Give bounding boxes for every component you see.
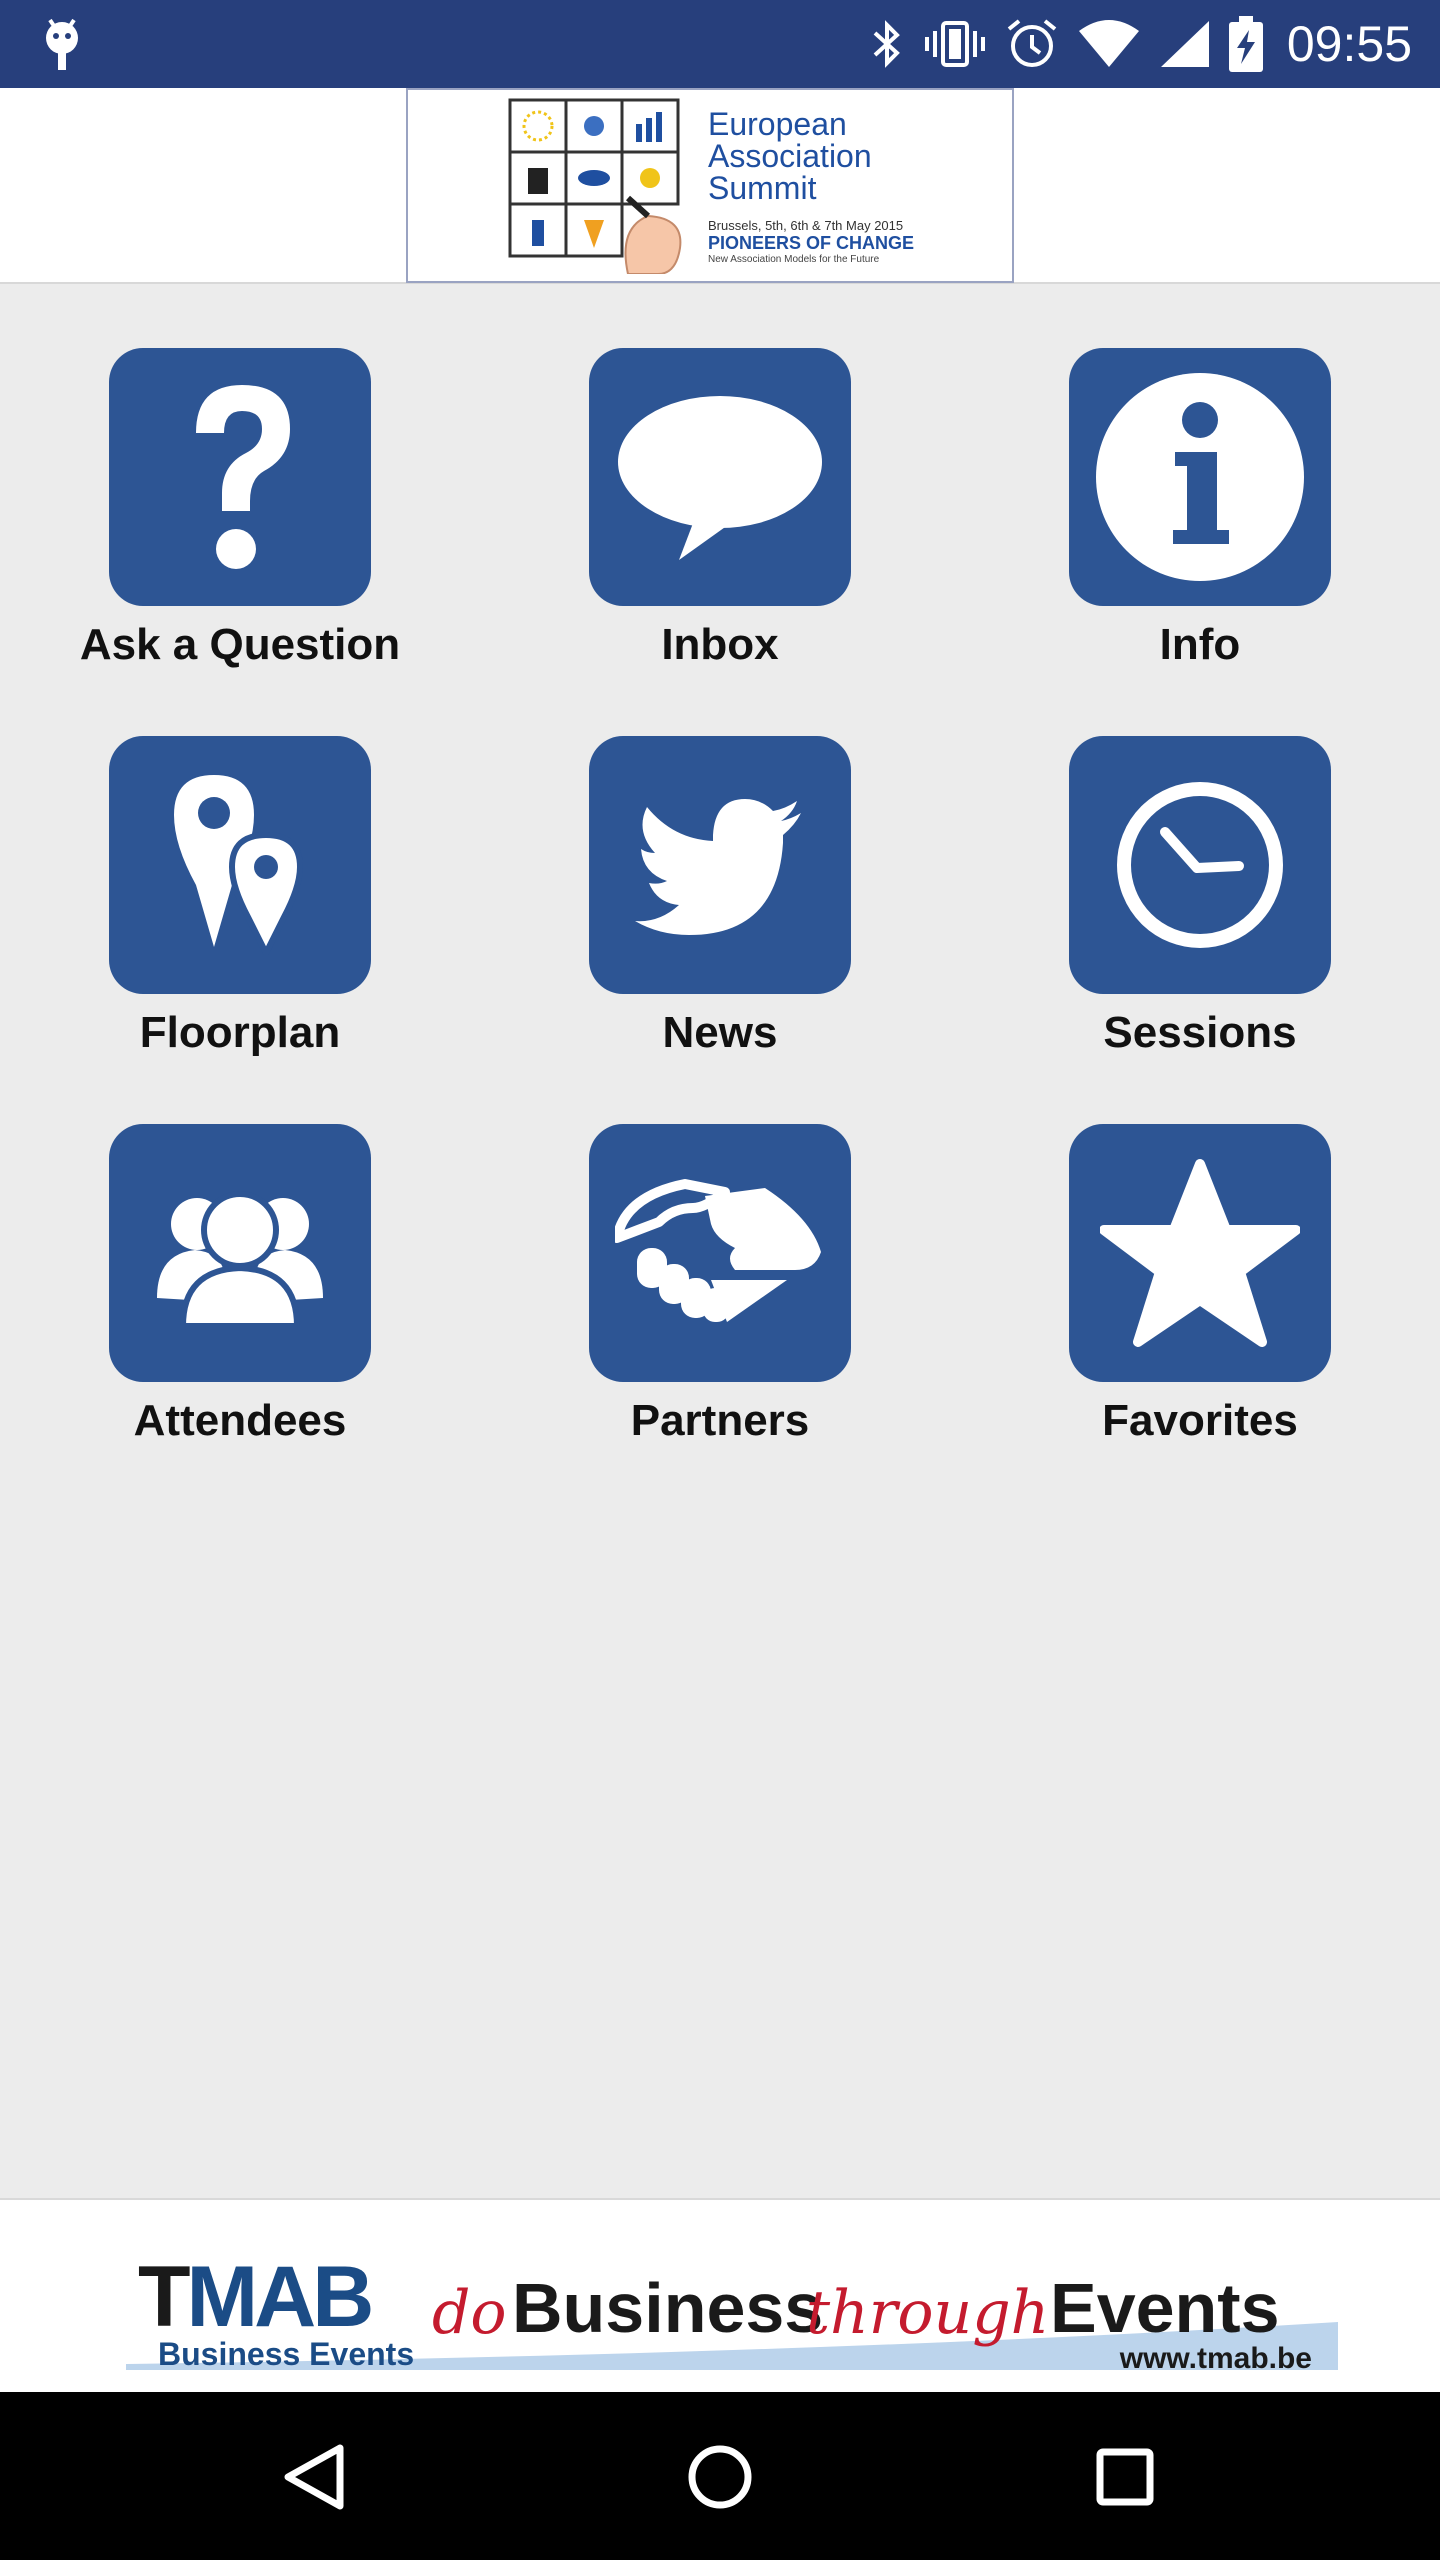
- event-logo: European Association Summit Brussels, 5t…: [406, 88, 1014, 283]
- menu-label: Ask a Question: [79, 620, 401, 669]
- menu-item-floorplan[interactable]: Floorplan: [0, 672, 480, 1060]
- menu-item-favorites[interactable]: Favorites: [960, 1060, 1440, 1448]
- menu-label: Partners: [630, 1396, 810, 1445]
- people-icon: [157, 1191, 323, 1328]
- sessions-button[interactable]: [1069, 736, 1331, 994]
- menu-item-attendees[interactable]: Attendees: [0, 1060, 480, 1448]
- partners-button[interactable]: [589, 1124, 851, 1382]
- info-button[interactable]: [1069, 348, 1331, 606]
- twitter-bird-icon: [635, 799, 801, 935]
- android-icon: [46, 18, 78, 70]
- sponsor-logo: TMAB: [138, 2248, 375, 2347]
- logo-tagline: PIONEERS OF CHANGE: [708, 233, 915, 253]
- menu-label: Attendees: [133, 1396, 347, 1445]
- slogan-events: Events: [1050, 2269, 1280, 2347]
- back-button[interactable]: [270, 2432, 360, 2522]
- menu-item-news[interactable]: News: [480, 672, 960, 1060]
- menu-label: News: [662, 1008, 778, 1057]
- navigation-bar: [0, 2392, 1440, 2560]
- logo-line-summit: Summit: [708, 170, 817, 206]
- status-time: 09:55: [1286, 16, 1412, 72]
- menu-label: Favorites: [1102, 1396, 1298, 1445]
- clock-icon: [1117, 782, 1283, 948]
- menu-item-sessions[interactable]: Sessions: [960, 672, 1440, 1060]
- slogan-do: do: [432, 2278, 507, 2348]
- inbox-button[interactable]: [589, 348, 851, 606]
- status-bar: 09:55: [0, 0, 1440, 88]
- signal-icon: [1160, 21, 1209, 67]
- sponsor-url: www.tmab.be: [1119, 2342, 1312, 2375]
- menu-label: Info: [1159, 620, 1241, 669]
- menu-item-inbox[interactable]: Inbox: [480, 284, 960, 672]
- logo-line-association: Association: [708, 138, 872, 174]
- alarm-icon: [1007, 19, 1057, 67]
- back-icon: [284, 2444, 344, 2510]
- sponsor-logo-name: MAB: [186, 2249, 375, 2345]
- handshake-icon: [615, 1179, 821, 1322]
- home-button[interactable]: [675, 2432, 765, 2522]
- home-icon: [688, 2445, 752, 2509]
- menu-item-info[interactable]: Info: [960, 284, 1440, 672]
- menu-label: Inbox: [661, 620, 779, 669]
- logo-line-european: European: [708, 106, 847, 142]
- news-button[interactable]: [589, 736, 851, 994]
- map-pins-icon: [174, 775, 304, 955]
- battery-icon: [1228, 16, 1263, 72]
- speech-bubble-icon: [618, 396, 822, 560]
- logo-dates: Brussels, 5th, 6th & 7th May 2015: [708, 218, 904, 233]
- menu-label: Floorplan: [139, 1008, 341, 1057]
- sponsor-logo-initial: T: [138, 2249, 191, 2345]
- question-icon: [196, 385, 290, 569]
- floorplan-button[interactable]: [109, 736, 371, 994]
- sponsor-banner[interactable]: TMAB Business Events do Business through…: [0, 2198, 1440, 2392]
- recents-button[interactable]: [1080, 2432, 1170, 2522]
- slogan-through: through: [806, 2278, 1050, 2348]
- attendees-button[interactable]: [109, 1124, 371, 1382]
- slogan-business: Business: [512, 2269, 824, 2347]
- recents-icon: [1096, 2448, 1154, 2506]
- app-header: European Association Summit Brussels, 5t…: [0, 88, 1440, 284]
- star-icon: [1100, 1159, 1300, 1347]
- wifi-icon: [1078, 20, 1139, 67]
- sponsor-subtitle: Business Events: [158, 2336, 415, 2372]
- ask-a-question-button[interactable]: [109, 348, 371, 606]
- favorites-button[interactable]: [1069, 1124, 1331, 1382]
- vibrate-icon: [924, 21, 985, 67]
- menu-item-partners[interactable]: Partners: [480, 1060, 960, 1448]
- puzzle-illustration: [508, 98, 682, 274]
- menu-label: Sessions: [1103, 1008, 1297, 1057]
- info-icon: [1096, 373, 1304, 581]
- logo-subtagline: New Association Models for the Future: [708, 254, 880, 265]
- bluetooth-icon: [873, 20, 900, 68]
- menu-item-ask-a-question[interactable]: Ask a Question: [0, 284, 480, 672]
